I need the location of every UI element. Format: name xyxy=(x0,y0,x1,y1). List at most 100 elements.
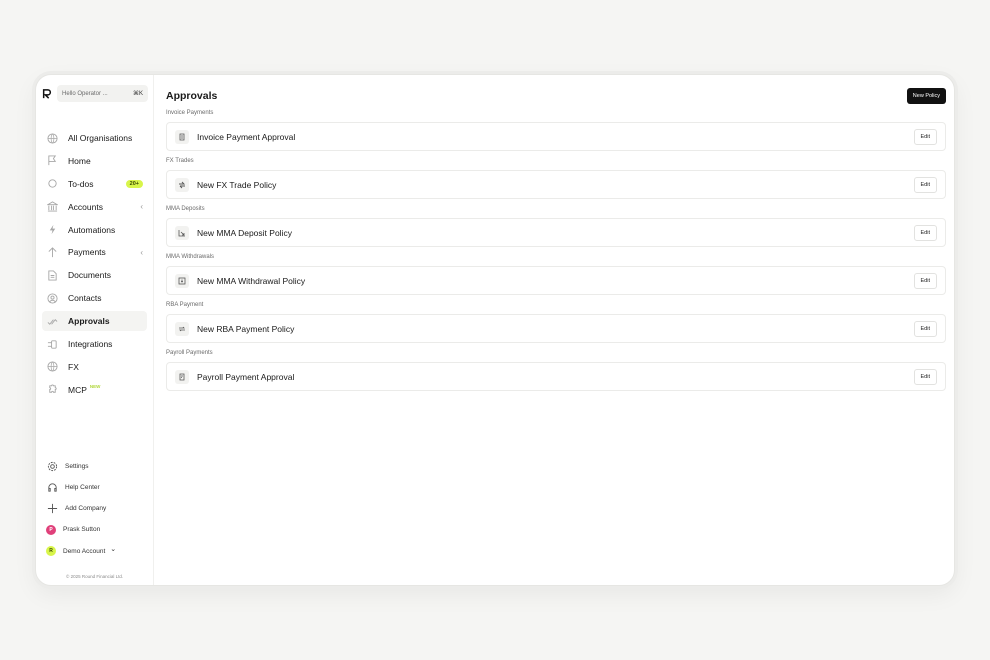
arrow-up-icon xyxy=(46,246,58,258)
edit-button[interactable]: Edit xyxy=(913,224,937,241)
deposit-icon xyxy=(175,225,189,240)
sidebar-item-todos[interactable]: To-dos 20+ xyxy=(42,174,147,194)
sidebar-item-label: Accounts xyxy=(68,201,103,212)
policy-name: Payroll Payment Approval xyxy=(197,371,295,382)
policy-sections: Invoice Payments Invoice Payment Approva… xyxy=(166,108,946,391)
section-mma-withdrawals: MMA Withdrawals New MMA Withdrawal Polic… xyxy=(166,252,946,295)
sidebar-item-payments[interactable]: Payments ‹ xyxy=(42,242,147,262)
account-switcher[interactable]: R Demo Account ⌄ xyxy=(42,543,147,559)
globe-icon xyxy=(46,132,58,144)
sidebar-item-all-organisations[interactable]: All Organisations xyxy=(42,128,147,148)
sidebar-item-label: FX xyxy=(68,361,79,372)
payroll-icon xyxy=(175,369,189,384)
sidebar-item-label: MCP xyxy=(68,384,87,395)
policy-row[interactable]: Payroll Payment Approval Edit xyxy=(166,362,946,391)
todos-count-badge: 20+ xyxy=(125,179,143,188)
sidebar-item-integrations[interactable]: Integrations xyxy=(42,334,147,354)
section-payroll-payments: Payroll Payments Payroll Payment Approva… xyxy=(166,348,946,391)
sidebar-bottom: Settings Help Center Add Company P Prask… xyxy=(42,458,147,564)
sidebar-nav: All Organisations Home To-dos 20+ Accoun… xyxy=(36,128,153,400)
sidebar-item-fx[interactable]: FX xyxy=(42,357,147,377)
help-center-label: Help Center xyxy=(65,483,100,491)
policy-name: New RBA Payment Policy xyxy=(197,323,295,334)
section-fx-trades: FX Trades New FX Trade Policy Edit xyxy=(166,156,946,199)
account-name: Demo Account xyxy=(63,547,106,555)
user-circle-icon xyxy=(46,292,58,304)
section-label: Invoice Payments xyxy=(166,110,214,116)
fx-icon xyxy=(175,177,189,192)
sidebar-item-mcp[interactable]: MCP NEW xyxy=(42,380,147,400)
chevron-left-icon[interactable]: ‹ xyxy=(140,202,143,211)
avatar: P xyxy=(46,524,56,535)
edit-button[interactable]: Edit xyxy=(913,272,937,289)
gear-icon xyxy=(46,460,58,472)
section-invoice-payments: Invoice Payments Invoice Payment Approva… xyxy=(166,108,946,151)
circle-icon xyxy=(46,178,58,190)
bolt-icon xyxy=(46,224,58,236)
search-input[interactable]: Hello Operator ... ⌘K xyxy=(57,85,148,102)
sidebar-item-documents[interactable]: Documents xyxy=(42,265,147,285)
policy-name: Invoice Payment Approval xyxy=(197,131,296,142)
plus-icon xyxy=(46,503,58,515)
sidebar-item-label: Contacts xyxy=(68,293,102,304)
add-company-label: Add Company xyxy=(65,505,107,513)
bank-icon xyxy=(46,201,58,213)
section-label: RBA Payment xyxy=(166,302,204,308)
settings-label: Settings xyxy=(65,462,89,470)
sidebar-item-label: Integrations xyxy=(68,339,113,350)
sidebar: Hello Operator ... ⌘K All Organisations … xyxy=(36,75,154,585)
withdrawal-icon xyxy=(175,273,189,288)
puzzle-icon xyxy=(46,384,58,396)
section-label: MMA Deposits xyxy=(166,206,205,212)
edit-button[interactable]: Edit xyxy=(913,368,937,385)
sidebar-topbar: Hello Operator ... ⌘K xyxy=(36,75,153,102)
integration-icon xyxy=(46,338,58,350)
new-tag: NEW xyxy=(89,384,101,390)
sidebar-item-label: To-dos xyxy=(68,178,94,189)
copyright-text: © 2025 Round Financial Ltd. xyxy=(66,574,124,579)
flag-icon xyxy=(46,155,58,167)
sidebar-item-contacts[interactable]: Contacts xyxy=(42,288,147,308)
user-profile[interactable]: P Prask Sutton xyxy=(42,522,147,538)
policy-name: New MMA Deposit Policy xyxy=(197,227,292,238)
sidebar-item-approvals[interactable]: Approvals xyxy=(42,311,147,332)
new-policy-button[interactable]: New Policy xyxy=(906,88,946,104)
edit-button[interactable]: Edit xyxy=(913,176,937,193)
sidebar-item-label: Home xyxy=(68,155,91,166)
policy-name: New FX Trade Policy xyxy=(197,179,277,190)
help-center-link[interactable]: Help Center xyxy=(42,479,147,495)
globe-icon xyxy=(46,361,58,373)
add-company-button[interactable]: Add Company xyxy=(42,501,147,517)
main-content: Approvals New Policy Invoice Payments In… xyxy=(154,75,954,585)
page-header: Approvals New Policy xyxy=(166,87,946,105)
page-title: Approvals xyxy=(166,90,218,102)
policy-row[interactable]: New FX Trade Policy Edit xyxy=(166,170,946,199)
sidebar-item-automations[interactable]: Automations xyxy=(42,220,147,240)
chevron-down-icon: ⌄ xyxy=(110,546,117,554)
edit-button[interactable]: Edit xyxy=(913,128,937,145)
sidebar-item-accounts[interactable]: Accounts ‹ xyxy=(42,197,147,217)
policy-row[interactable]: New MMA Deposit Policy Edit xyxy=(166,218,946,247)
policy-row[interactable]: Invoice Payment Approval Edit xyxy=(166,122,946,151)
section-rba-payment: RBA Payment New RBA Payment Policy Edit xyxy=(166,300,946,343)
search-placeholder: Hello Operator ... xyxy=(62,90,108,97)
chevron-left-icon[interactable]: ‹ xyxy=(140,248,143,257)
sidebar-item-label: Documents xyxy=(68,270,111,281)
sidebar-item-home[interactable]: Home xyxy=(42,151,147,171)
policy-row[interactable]: New MMA Withdrawal Policy Edit xyxy=(166,266,946,295)
sidebar-item-label: All Organisations xyxy=(68,133,133,143)
sidebar-item-label: Automations xyxy=(68,224,116,235)
logo-icon[interactable] xyxy=(41,88,53,100)
transfer-icon xyxy=(175,321,189,336)
policy-row[interactable]: New RBA Payment Policy Edit xyxy=(166,314,946,343)
user-name: Prask Sutton xyxy=(63,526,101,534)
edit-button[interactable]: Edit xyxy=(913,320,937,337)
section-label: MMA Withdrawals xyxy=(166,254,215,260)
policy-name: New MMA Withdrawal Policy xyxy=(197,275,306,286)
app-window: Hello Operator ... ⌘K All Organisations … xyxy=(35,74,955,586)
account-avatar: R xyxy=(46,546,56,557)
settings-link[interactable]: Settings xyxy=(42,458,147,474)
section-mma-deposits: MMA Deposits New MMA Deposit Policy Edit xyxy=(166,204,946,247)
headset-icon xyxy=(46,481,58,493)
check-icon xyxy=(46,315,58,327)
